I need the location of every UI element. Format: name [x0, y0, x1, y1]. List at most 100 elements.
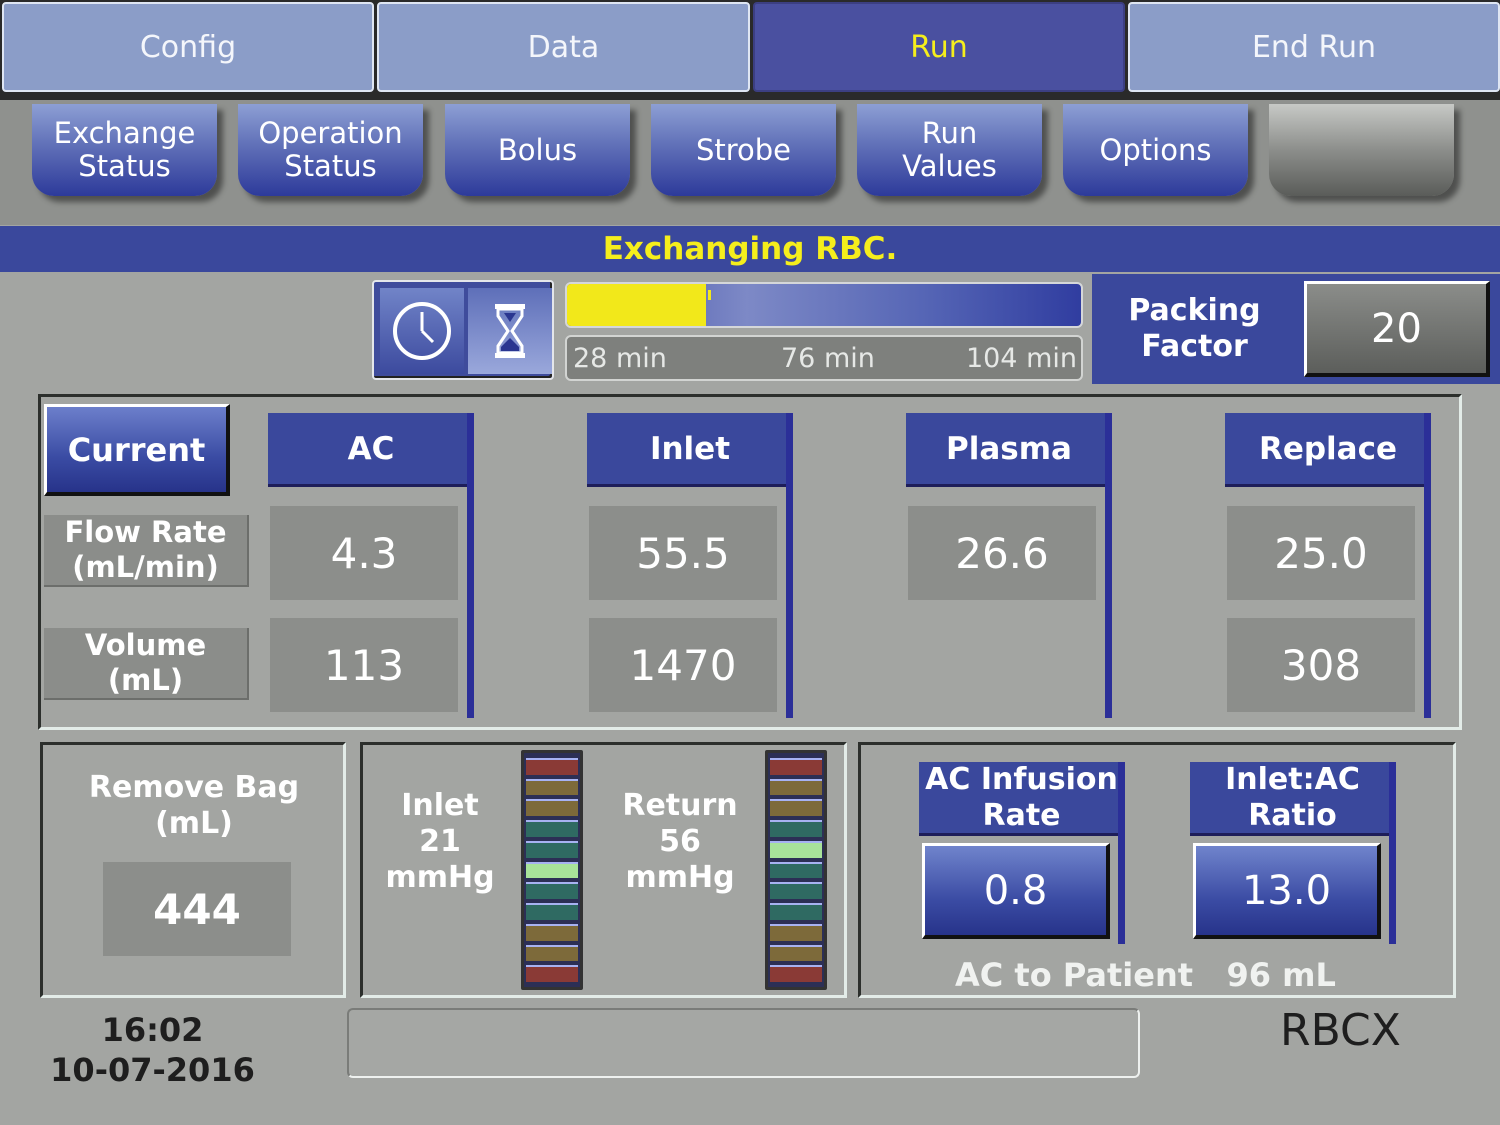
- inlet-ac-ratio-button[interactable]: 13.0: [1193, 843, 1381, 939]
- current-date: 10-07-2016: [50, 1051, 255, 1089]
- subtab-options-label: Options: [1099, 132, 1212, 167]
- col-header-replace-label: Replace: [1258, 430, 1398, 467]
- subtab-exchange-status-label: Exchange Status: [53, 116, 196, 183]
- remaining-time: 76 min: [781, 343, 875, 374]
- remove-bag-label: Remove Bag (mL): [44, 770, 344, 842]
- subtab-bolus[interactable]: Bolus: [445, 104, 630, 196]
- ac-infusion-rate-value: 0.8: [983, 867, 1048, 914]
- gauge-segment: [770, 903, 822, 920]
- gauge-indicator-segment: [770, 840, 822, 858]
- subtab-run-values[interactable]: Run Values: [857, 104, 1042, 196]
- return-pressure-text: Return 56 mmHg: [622, 788, 738, 895]
- gauge-segment: [526, 903, 578, 920]
- gauge-segment: [770, 944, 822, 962]
- inlet-ac-ratio-header: Inlet:AC Ratio: [1190, 762, 1395, 836]
- gauge-segment: [526, 840, 578, 858]
- tab-data[interactable]: Data: [377, 2, 750, 92]
- gauge-segment: [526, 758, 578, 775]
- plasma-flow-rate: 26.6: [908, 506, 1096, 600]
- gauge-segment: [770, 778, 822, 796]
- flow-rate-label: Flow Rate (mL/min): [64, 515, 227, 584]
- run-progress-bar: [565, 282, 1083, 328]
- ac-flow-rate-value: 4.3: [330, 528, 398, 578]
- status-banner: Exchanging RBC.: [0, 226, 1500, 272]
- ac-infusion-rate-label: AC Infusion Rate: [925, 761, 1118, 833]
- packing-factor-label-text: Packing Factor: [1128, 293, 1261, 364]
- replace-volume: 308: [1227, 618, 1415, 712]
- volume-label: Volume (mL): [84, 628, 207, 697]
- gauge-indicator-segment: [526, 861, 578, 879]
- gauge-segment: [526, 799, 578, 817]
- gauge-segment: [770, 882, 822, 900]
- tab-config[interactable]: Config: [2, 2, 374, 92]
- time-labels: 28 min 76 min 104 min: [565, 335, 1083, 381]
- gauge-segment: [770, 820, 822, 837]
- subtab-options[interactable]: Options: [1063, 104, 1248, 196]
- inlet-volume-value: 1470: [629, 640, 737, 690]
- return-pressure-gauge: [765, 750, 827, 990]
- ac-infusion-rate-button[interactable]: 0.8: [922, 843, 1110, 939]
- gauge-segment: [526, 965, 578, 983]
- packing-factor-label: Packing Factor: [1092, 274, 1297, 384]
- replace-volume-value: 308: [1280, 640, 1362, 690]
- gauge-segment: [526, 944, 578, 962]
- total-time: 104 min: [965, 343, 1077, 374]
- inlet-pressure-label: Inlet 21 mmHg: [355, 788, 525, 896]
- subtab-strobe[interactable]: Strobe: [651, 104, 836, 196]
- subtab-bolus-label: Bolus: [497, 132, 578, 167]
- gauge-segment: [526, 882, 578, 900]
- col-rail-replace: [1424, 413, 1431, 718]
- datetime-display: 16:02 10-07-2016: [40, 1010, 265, 1090]
- packing-factor-value: 20: [1371, 305, 1422, 352]
- col-rail-plasma: [1105, 413, 1112, 718]
- inlet-flow-rate-value: 55.5: [636, 528, 730, 578]
- tab-data-label: Data: [527, 29, 600, 65]
- gauge-segment: [526, 820, 578, 837]
- procedure-mode: RBCX: [1280, 1005, 1401, 1056]
- progress-marker: [707, 290, 711, 300]
- hourglass-button[interactable]: [468, 288, 552, 374]
- replace-flow-rate: 25.0: [1227, 506, 1415, 600]
- ac-infusion-rate-header: AC Infusion Rate: [919, 762, 1124, 836]
- gauge-segment: [770, 758, 822, 775]
- subtab-run-values-label: Run Values: [902, 116, 997, 183]
- col-header-plasma-label: Plasma: [946, 430, 1072, 467]
- gauge-segment: [526, 923, 578, 941]
- status-banner-text: Exchanging RBC.: [602, 231, 898, 267]
- elapsed-time: 28 min: [573, 343, 667, 374]
- gauge-segment: [526, 778, 578, 796]
- gauge-segment: [770, 923, 822, 941]
- inlet-pressure-text: Inlet 21 mmHg: [385, 788, 495, 895]
- ac-volume-value: 113: [323, 640, 405, 690]
- plasma-flow-rate-value: 26.6: [955, 528, 1049, 578]
- replace-flow-rate-value: 25.0: [1274, 528, 1368, 578]
- remove-bag-label-text: Remove Bag (mL): [88, 770, 300, 841]
- subtab-exchange-status[interactable]: Exchange Status: [32, 104, 217, 196]
- inlet-flow-rate: 55.5: [589, 506, 777, 600]
- col-rail-ac: [467, 413, 474, 718]
- row-label-volume: Volume (mL): [44, 628, 249, 700]
- clock-button[interactable]: [380, 288, 464, 374]
- row-label-flow-rate: Flow Rate (mL/min): [44, 515, 249, 587]
- message-bar: [347, 1008, 1140, 1078]
- return-pressure-label: Return 56 mmHg: [595, 788, 765, 896]
- inlet-pressure-gauge: [521, 750, 583, 990]
- inlet-ac-ratio-label: Inlet:AC Ratio: [1225, 761, 1360, 833]
- subtab-strobe-label: Strobe: [695, 132, 792, 167]
- tab-end-run[interactable]: End Run: [1128, 2, 1500, 92]
- inlet-volume: 1470: [589, 618, 777, 712]
- current-time: 16:02: [101, 1011, 204, 1049]
- current-button-label: Current: [67, 430, 206, 469]
- col-header-plasma: Plasma: [906, 413, 1112, 487]
- packing-factor-button[interactable]: 20: [1304, 281, 1490, 377]
- subtab-operation-status-label: Operation Status: [258, 116, 403, 183]
- tab-end-run-label: End Run: [1251, 29, 1377, 65]
- top-tab-bar: Config Data Run End Run: [0, 0, 1500, 100]
- remove-bag-value: 444: [103, 862, 291, 956]
- col-header-ac-label: AC: [347, 430, 395, 467]
- tab-run[interactable]: Run: [753, 2, 1125, 92]
- col-header-inlet-label: Inlet: [649, 430, 731, 467]
- subtab-operation-status[interactable]: Operation Status: [238, 104, 423, 196]
- timer-mode-toggle: [372, 280, 554, 380]
- current-button[interactable]: Current: [44, 404, 230, 496]
